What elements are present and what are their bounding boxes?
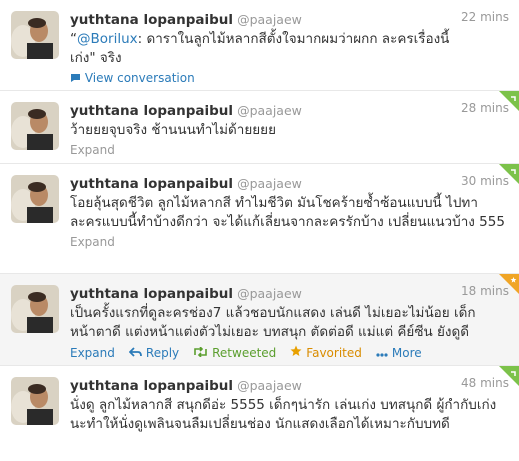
tweet-text: นั่งดู ลูกไม้หลากสี สนุกดีอ่ะ 5555 เด็กๆ… [70,397,497,432]
green-corner-badge [499,91,519,111]
expand-action[interactable]: Expand [70,345,115,360]
user-handle[interactable]: @paajaew [237,103,302,118]
user-handle[interactable]: @paajaew [237,286,302,301]
avatar[interactable] [11,377,59,425]
retweet-icon [193,345,208,360]
user-name[interactable]: yuthtana lopanpaibul [70,12,233,28]
green-corner-badge [499,164,519,184]
expand-link[interactable]: Expand [70,235,509,249]
tweet-header: yuthtana lopanpaibul @paajaew 30 mins [70,173,509,193]
tweet-header: yuthtana lopanpaibul @paajaew 18 mins [70,283,509,303]
expand-link[interactable]: Expand [70,143,509,157]
avatar[interactable] [11,175,59,223]
more-label: More [391,345,422,360]
tweet-header: yuthtana lopanpaibul @paajaew 28 mins [70,100,509,120]
tweet-text: ว้ายยยจุบจริง ช้านนนทำไม่ด้ายยยย [70,122,277,138]
tweet-item[interactable]: yuthtana lopanpaibul @paajaew 28 mins ว้า… [0,91,519,164]
reply-label: Reply [145,345,180,360]
user-name[interactable]: yuthtana lopanpaibul [70,176,233,192]
tweet-text: โอยลุ้นสุดชีวิต ลูกไม้หลากสี ทำไมชีวิต ม… [70,195,505,230]
user-name[interactable]: yuthtana lopanpaibul [70,378,233,394]
tweet-item[interactable]: yuthtana lopanpaibul @paajaew 30 mins โอย… [0,164,519,274]
tweet-header: yuthtana lopanpaibul @paajaew 48 mins [70,375,509,395]
favorited-action[interactable]: Favorited [290,345,362,360]
tweet-header: yuthtana lopanpaibul @paajaew 22 mins [70,9,509,29]
timestamp[interactable]: 22 mins [461,10,509,24]
retweeted-action[interactable]: Retweeted [193,345,276,360]
tweet-text: “@Borilux: ดาราในลูกไม้หลากสีตั้งใจมากผม… [70,31,450,66]
favorited-label: Favorited [306,345,362,360]
retweeted-label: Retweeted [212,345,277,360]
tweet-item[interactable]: yuthtana lopanpaibul @paajaew 18 mins เป็… [0,274,519,366]
view-conversation-label: View conversation [84,71,195,85]
user-handle[interactable]: @paajaew [237,12,302,27]
orange-corner-badge [499,274,519,294]
user-name[interactable]: yuthtana lopanpaibul [70,103,233,119]
user-name[interactable]: yuthtana lopanpaibul [70,286,233,302]
tweet-item[interactable]: yuthtana lopanpaibul @paajaew 48 mins นั่… [0,366,519,461]
user-handle[interactable]: @paajaew [237,176,302,191]
star-icon [290,345,302,360]
ellipsis-icon [376,346,388,360]
avatar[interactable] [11,285,59,333]
view-conversation-link[interactable]: View conversation [70,71,509,86]
reply-arrow-icon [128,346,142,360]
green-corner-badge [499,366,519,386]
tweet-actions: Expand Reply Retweeted Favorited More [70,345,509,360]
user-handle[interactable]: @paajaew [237,378,302,393]
tweet-item[interactable]: yuthtana lopanpaibul @paajaew 22 mins “@B… [0,0,519,91]
avatar[interactable] [11,11,59,59]
avatar[interactable] [11,102,59,150]
tweet-text: เป็นครั้งแรกที่ดูละครช่อง7 แล้วชอบนักแสด… [70,305,476,340]
speech-bubble-icon [70,72,81,86]
more-action[interactable]: More [376,345,422,360]
mention-link[interactable]: @Borilux [77,31,138,47]
tweet-feed: yuthtana lopanpaibul @paajaew 22 mins “@B… [0,0,519,461]
reply-action[interactable]: Reply [128,345,180,360]
